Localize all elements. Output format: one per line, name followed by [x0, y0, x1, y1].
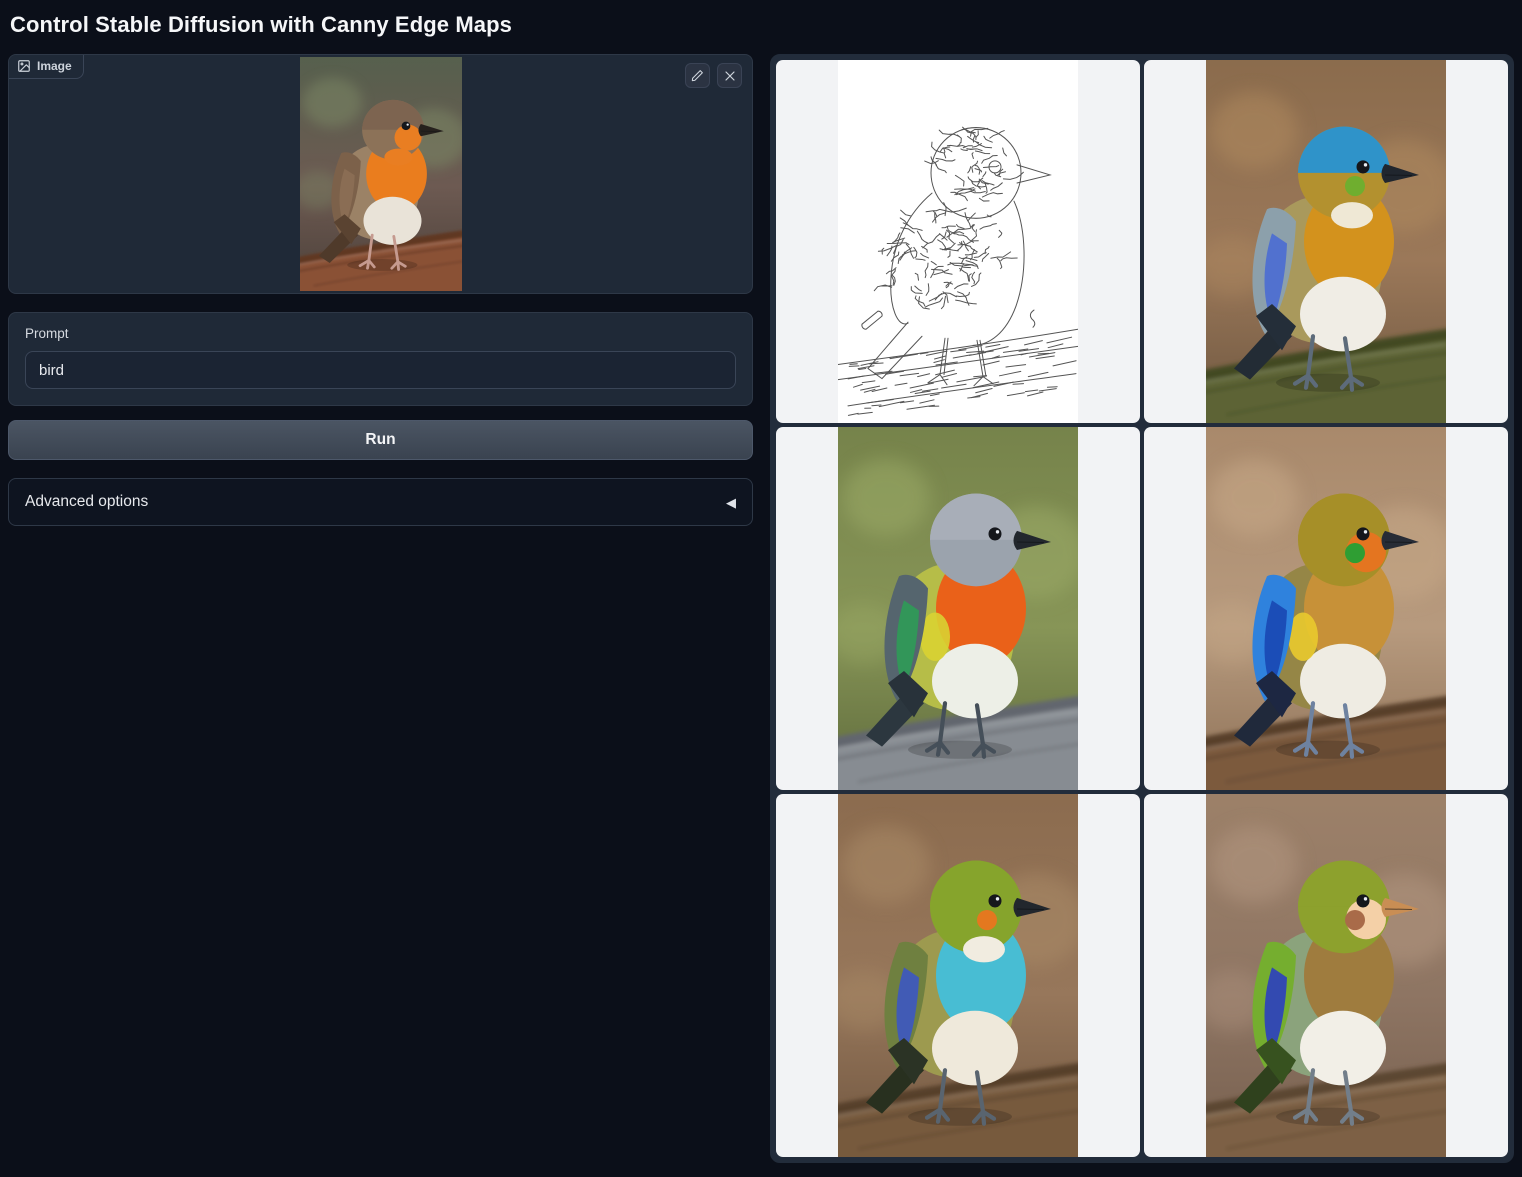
image-toolbar [685, 63, 742, 88]
main-row: Image [8, 54, 1514, 1163]
clear-image-button[interactable] [717, 63, 742, 88]
gallery-cell-generated-bird-5[interactable] [1144, 794, 1508, 1157]
triangle-left-icon: ◀ [726, 496, 736, 509]
generated-bird-4 [838, 794, 1078, 1157]
prompt-block: Prompt [8, 312, 753, 406]
source-image [300, 57, 462, 291]
page-title: Control Stable Diffusion with Canny Edge… [10, 12, 1514, 38]
image-icon [17, 59, 31, 73]
gallery-cell-canny-edge-map[interactable] [776, 60, 1140, 423]
app-page: Control Stable Diffusion with Canny Edge… [0, 0, 1522, 1171]
generated-bird-1 [1206, 60, 1446, 423]
edit-image-button[interactable] [685, 63, 710, 88]
gallery-cell-generated-bird-4[interactable] [776, 794, 1140, 1157]
controls-column: Image [8, 54, 753, 526]
advanced-options-accordion[interactable]: Advanced options ◀ [8, 478, 753, 526]
prompt-label: Prompt [25, 326, 736, 341]
image-component-label-text: Image [37, 59, 72, 73]
pencil-icon [691, 69, 704, 82]
generated-bird-3 [1206, 427, 1446, 790]
generated-bird-5 [1206, 794, 1446, 1157]
advanced-options-label: Advanced options [25, 493, 148, 511]
gallery-cell-generated-bird-1[interactable] [1144, 60, 1508, 423]
image-component-label: Image [9, 55, 84, 79]
close-icon [724, 70, 736, 82]
image-upload-dropzone[interactable]: Image [8, 54, 753, 294]
canny-edge-map [838, 60, 1078, 423]
gallery-cell-generated-bird-2[interactable] [776, 427, 1140, 790]
run-button[interactable]: Run [8, 420, 753, 460]
results-column [770, 54, 1514, 1163]
output-gallery [770, 54, 1514, 1163]
gallery-cell-generated-bird-3[interactable] [1144, 427, 1508, 790]
prompt-input[interactable] [25, 351, 736, 389]
generated-bird-2 [838, 427, 1078, 790]
